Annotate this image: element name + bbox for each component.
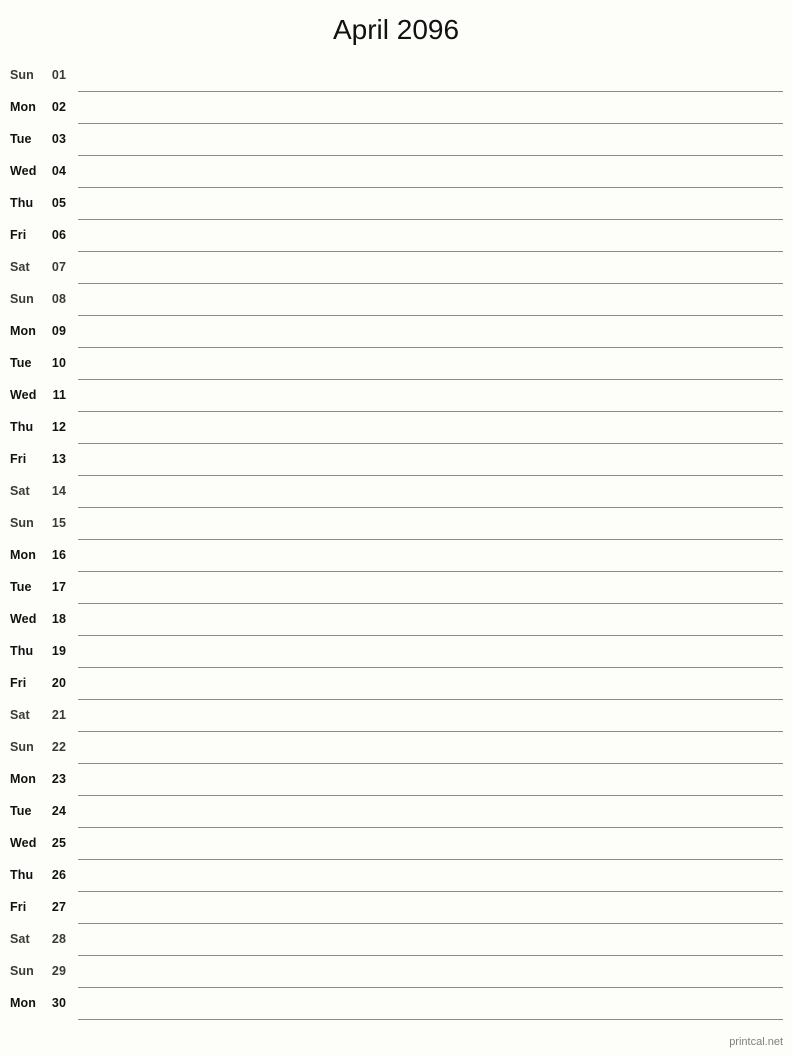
day-of-week-label: Tue [10,580,32,594]
day-number-label: 09 [51,324,66,338]
day-number-label: 30 [51,996,66,1010]
day-number-label: 21 [51,708,66,722]
day-number-label: 01 [51,68,66,82]
day-number-label: 25 [51,836,66,850]
day-number-label: 07 [51,260,66,274]
day-number-label: 12 [51,420,66,434]
day-of-week-label: Fri [10,676,27,690]
day-number-label: 03 [51,132,66,146]
day-row[interactable]: Sun 29 [0,956,792,988]
day-row[interactable]: Wed 18 [0,604,792,636]
day-number-label: 05 [51,196,66,210]
day-row[interactable]: Fri 27 [0,892,792,924]
day-number-label: 11 [52,388,66,402]
day-number-label: 02 [51,100,66,114]
day-row[interactable]: Wed 04 [0,156,792,188]
day-row[interactable]: Sat 21 [0,700,792,732]
day-row[interactable]: Sun 22 [0,732,792,764]
calendar-page: April 2096 Sun 01 Mon 02 Tue 03 Wed 04 Thu 05 Fri 0… [0,0,792,1056]
day-row[interactable]: Thu 19 [0,636,792,668]
day-of-week-label: Tue [10,804,32,818]
day-row[interactable]: Thu 26 [0,860,792,892]
day-row[interactable]: Fri 06 [0,220,792,252]
day-row[interactable]: Sun 08 [0,284,792,316]
day-row[interactable]: Tue 03 [0,124,792,156]
day-number-label: 27 [51,900,66,914]
footer-attribution: printcal.net [729,1036,783,1048]
day-number-label: 16 [51,548,66,562]
day-number-label: 15 [51,516,66,530]
day-number-label: 29 [51,964,66,978]
day-number-label: 23 [51,772,66,786]
day-of-week-label: Sat [10,708,30,722]
day-row[interactable]: Thu 05 [0,188,792,220]
page-title: April 2096 [332,14,460,45]
day-of-week-label: Sat [10,932,30,946]
day-row[interactable]: Sun 15 [0,508,792,540]
day-number-label: 24 [51,804,66,818]
day-row-list: Sun 01 Mon 02 Tue 03 Wed 04 Thu 05 Fri 06 Sat 07 Sun 08… [0,60,792,1020]
day-number-label: 26 [51,868,66,882]
day-of-week-label: Sat [10,260,30,274]
day-number-label: 06 [51,228,66,242]
day-row[interactable]: Mon 23 [0,764,792,796]
day-number-label: 13 [51,452,66,466]
day-row[interactable]: Tue 10 [0,348,792,380]
day-row[interactable]: Sat 28 [0,924,792,956]
writing-line[interactable] [78,1019,783,1020]
day-number-label: 17 [51,580,66,594]
day-number-label: 18 [51,612,66,626]
day-row[interactable]: Tue 24 [0,796,792,828]
day-number-label: 20 [51,676,66,690]
day-row[interactable]: Mon 16 [0,540,792,572]
day-row[interactable]: Fri 20 [0,668,792,700]
day-row[interactable]: Wed 25 [0,828,792,860]
day-number-label: 19 [51,644,66,658]
day-of-week-label: Tue [10,132,32,146]
day-row[interactable]: Sat 07 [0,252,792,284]
day-number-label: 28 [51,932,66,946]
day-of-week-label: Sat [10,484,30,498]
day-row[interactable]: Fri 13 [0,444,792,476]
day-number-label: 08 [51,292,66,306]
day-row[interactable]: Mon 09 [0,316,792,348]
day-of-week-label: Fri [10,900,27,914]
day-number-label: 14 [51,484,66,498]
day-of-week-label: Tue [10,356,32,370]
day-row[interactable]: Tue 17 [0,572,792,604]
day-row[interactable]: Mon 02 [0,92,792,124]
day-of-week-label: Fri [10,228,27,242]
day-number-label: 04 [51,164,66,178]
day-row[interactable]: Sat 14 [0,476,792,508]
day-row[interactable]: Sun 01 [0,60,792,92]
day-of-week-label: Fri [10,452,27,466]
day-row[interactable]: Thu 12 [0,412,792,444]
day-number-label: 22 [51,740,66,754]
day-number-label: 10 [51,356,66,370]
day-row[interactable]: Mon 30 [0,988,792,1020]
day-row[interactable]: Wed 11 [0,380,792,412]
